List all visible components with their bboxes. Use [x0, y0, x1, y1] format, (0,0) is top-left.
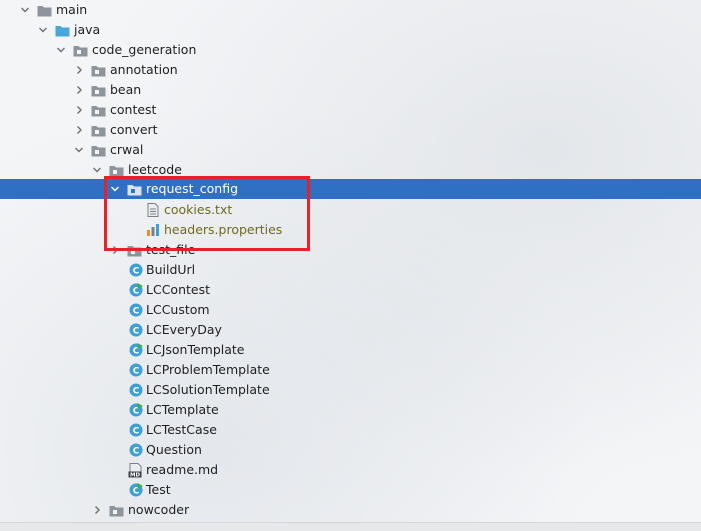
tree-node-label: BuildUrl: [146, 262, 196, 277]
tree-node-label: code_generation: [92, 42, 197, 57]
folder-icon: [126, 181, 142, 197]
svg-text:C: C: [133, 387, 140, 397]
tree-node-label: LCSolutionTemplate: [146, 382, 270, 397]
tree-node-convert[interactable]: convert: [0, 120, 701, 140]
chevron-right-icon[interactable]: [91, 504, 103, 516]
tree-node-label: headers.properties: [164, 222, 283, 237]
class-icon: C: [128, 442, 144, 458]
chevron-right-icon[interactable]: [73, 84, 85, 96]
svg-text:C: C: [133, 307, 140, 317]
class-icon: C: [128, 362, 144, 378]
tree-node-label: leetcode: [128, 162, 182, 177]
tree-node-label: nowcoder: [128, 502, 190, 517]
chevron-down-icon[interactable]: [91, 164, 103, 176]
tree-node-class[interactable]: C Test: [0, 480, 701, 500]
folder-icon: [36, 2, 52, 18]
tree-node-leetcode[interactable]: leetcode: [0, 160, 701, 180]
class-icon: C: [128, 422, 144, 438]
tree-node-headers-properties[interactable]: headers.properties: [0, 220, 701, 240]
tree-node-label: cookies.txt: [164, 202, 233, 217]
tree-node-request-config[interactable]: request_config: [0, 179, 701, 199]
runnable-class-icon: C: [128, 282, 144, 298]
package-folder-icon: [90, 142, 106, 158]
svg-text:MD: MD: [129, 472, 139, 477]
tree-node-class[interactable]: C Question: [0, 440, 701, 460]
tree-node-test-file[interactable]: test_file: [0, 240, 701, 260]
package-folder-icon: [90, 122, 106, 138]
package-folder-icon: [126, 242, 142, 258]
chevron-right-icon[interactable]: [73, 64, 85, 76]
tree-node-label: main: [56, 2, 88, 17]
svg-text:C: C: [133, 427, 140, 437]
tree-node-label: annotation: [110, 62, 178, 77]
tree-node-readme[interactable]: MD readme.md: [0, 460, 701, 480]
package-folder-icon: [108, 502, 124, 518]
properties-file-icon: [145, 222, 161, 238]
tree-node-class[interactable]: C LCContest: [0, 280, 701, 300]
tree-node-cookies-txt[interactable]: cookies.txt: [0, 200, 701, 220]
source-folder-icon: [54, 22, 70, 38]
chevron-down-icon[interactable]: [55, 44, 67, 56]
tree-node-class[interactable]: C LCProblemTemplate: [0, 360, 701, 380]
tree-node-label: bean: [110, 82, 142, 97]
tree-node-label: LCTemplate: [146, 402, 219, 417]
tree-node-main[interactable]: main: [0, 0, 701, 20]
tree-node-label: LCJsonTemplate: [146, 342, 245, 357]
tree-node-class[interactable]: C LCSolutionTemplate: [0, 380, 701, 400]
tree-node-label: java: [74, 22, 101, 37]
chevron-right-icon[interactable]: [109, 244, 121, 256]
tree-node-label: Question: [146, 442, 202, 457]
tree-node-label: LCEveryDay: [146, 322, 222, 337]
tree-node-label: LCCustom: [146, 302, 210, 317]
svg-text:C: C: [133, 267, 140, 277]
class-icon: C: [128, 322, 144, 338]
tree-node-label: crwal: [110, 142, 144, 157]
chevron-right-icon[interactable]: [73, 104, 85, 116]
class-icon: C: [128, 382, 144, 398]
class-icon: C: [128, 302, 144, 318]
chevron-down-icon[interactable]: [19, 4, 31, 16]
tree-node-label: request_config: [146, 181, 239, 196]
tree-node-contest[interactable]: contest: [0, 100, 701, 120]
class-icon: C: [128, 262, 144, 278]
tree-node-code-generation[interactable]: code_generation: [0, 40, 701, 60]
package-folder-icon: [90, 102, 106, 118]
package-folder-icon: [72, 42, 88, 58]
tree-node-label: convert: [110, 122, 158, 137]
markdown-file-icon: MD: [127, 462, 143, 478]
chevron-right-icon[interactable]: [73, 124, 85, 136]
svg-text:C: C: [133, 447, 140, 457]
svg-text:C: C: [133, 367, 140, 377]
tree-node-class[interactable]: C LCTestCase: [0, 420, 701, 440]
runnable-class-icon: C: [128, 342, 144, 358]
tree-node-class[interactable]: C LCEveryDay: [0, 320, 701, 340]
tree-node-annotation[interactable]: annotation: [0, 60, 701, 80]
tree-node-label: readme.md: [146, 462, 219, 477]
tree-node-label: contest: [110, 102, 157, 117]
tree-node-class[interactable]: C LCTemplate: [0, 400, 701, 420]
package-folder-icon: [108, 162, 124, 178]
chevron-down-icon[interactable]: [37, 24, 49, 36]
tree-node-label: LCTestCase: [146, 422, 217, 437]
runnable-class-icon: C: [128, 402, 144, 418]
tree-node-label: Test: [146, 482, 171, 497]
tree-node-bean[interactable]: bean: [0, 80, 701, 100]
tree-node-nowcoder[interactable]: nowcoder: [0, 500, 701, 520]
runnable-class-icon: C: [128, 482, 144, 498]
package-folder-icon: [90, 62, 106, 78]
tree-node-label: LCProblemTemplate: [146, 362, 270, 377]
tree-node-class[interactable]: C LCCustom: [0, 300, 701, 320]
tree-node-label: LCContest: [146, 282, 210, 297]
tree-node-java[interactable]: java: [0, 20, 701, 40]
chevron-down-icon[interactable]: [73, 144, 85, 156]
text-file-icon: [145, 202, 161, 218]
tree-node-label: test_file: [146, 242, 196, 257]
tree-node-class[interactable]: C BuildUrl: [0, 260, 701, 280]
tree-node-class[interactable]: C LCJsonTemplate: [0, 340, 701, 360]
package-folder-icon: [90, 82, 106, 98]
chevron-down-icon[interactable]: [109, 183, 121, 195]
tree-node-crwal[interactable]: crwal: [0, 140, 701, 160]
svg-text:C: C: [133, 327, 140, 337]
